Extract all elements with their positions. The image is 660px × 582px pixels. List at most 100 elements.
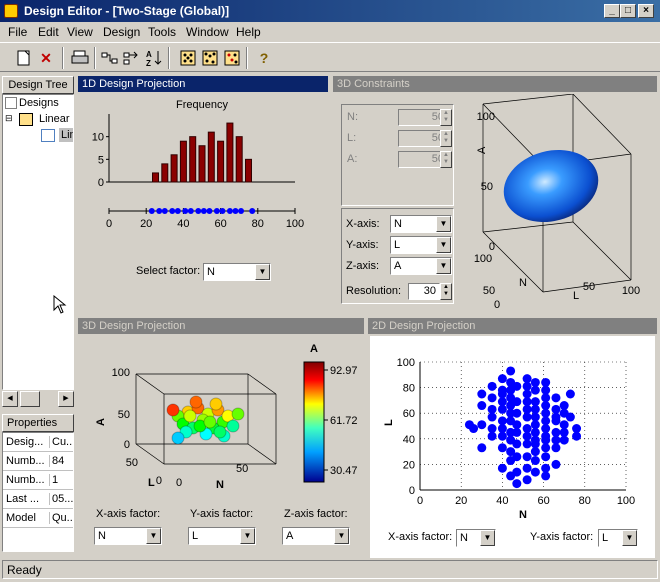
svg-text:Z: Z (146, 59, 151, 67)
menu-edit[interactable]: Edit (38, 25, 59, 39)
scatter-point (506, 385, 516, 395)
scatter-3d-point (203, 415, 217, 429)
colorbar-label: A (310, 343, 318, 355)
scroll-thumb[interactable] (20, 391, 40, 407)
colorbar-tick-label: 92.97 (330, 365, 358, 377)
property-row[interactable]: Desig... Cu... (3, 433, 73, 452)
panel-1d-title: 1D Design Projection (78, 76, 328, 92)
properties-table[interactable]: Desig... Cu... Numb... 84 Numb... 1 Last ... 05… (2, 432, 74, 552)
tree-left-icon[interactable] (100, 48, 120, 68)
property-row[interactable]: Numb... 1 (3, 471, 73, 490)
z-factor-dropdown[interactable]: A ▼ (282, 527, 350, 545)
scatter-point (551, 435, 561, 445)
scatter-3d-point (213, 425, 227, 439)
scatter-point (487, 412, 497, 422)
constraint-fields: N: 50 ▲ ▼ L: 50 ▲ ▼ A: 50 ▲ ▼ (341, 104, 454, 206)
menu-design[interactable]: Design (103, 25, 140, 39)
panel-3dc-title: 3D Constraints (333, 76, 657, 92)
toolbar: ✕ AZ ? (0, 42, 660, 72)
menu-help[interactable]: Help (236, 25, 261, 39)
maximize-button[interactable]: □ (620, 4, 636, 18)
select-factor-dropdown[interactable]: N ▼ (203, 263, 271, 281)
n-tick-label: 0 (176, 477, 182, 489)
n-axis-label: N (519, 277, 527, 289)
tree-leaf-icon (41, 129, 55, 142)
resolution-spin-icon[interactable]: ▲ ▼ (440, 283, 452, 300)
menu-bar: File Edit View Design Tools Window Help (0, 22, 660, 42)
property-value: 05... (49, 493, 73, 505)
n-tick-label: 0 (494, 299, 500, 311)
property-row[interactable]: Numb... 84 (3, 452, 73, 471)
a-axis-label: A (95, 418, 107, 426)
scatter-point (530, 439, 540, 449)
scatter-point (497, 374, 507, 384)
design-points-icon[interactable] (200, 48, 220, 68)
panel-3d-constraints: 3D Constraints N: 50 ▲ ▼ L: 50 ▲ ▼ A: 50 ▲… (333, 76, 657, 312)
design-grid-icon[interactable] (178, 48, 198, 68)
scatter-point (522, 439, 532, 449)
rug-point (187, 208, 194, 214)
x-axis-dropdown[interactable]: N ▼ (390, 215, 452, 233)
scroll-right-icon[interactable]: ▶ (58, 391, 74, 407)
property-name: Numb... (6, 474, 45, 486)
scatter-point (522, 452, 532, 462)
menu-view[interactable]: View (67, 25, 93, 39)
y-tick-label: 60 (403, 408, 415, 420)
y-factor-2d-label: Y-axis factor: (530, 531, 594, 543)
tree-item-linear[interactable]: Linear M (39, 113, 73, 125)
x-factor-2d-dropdown[interactable]: N ▼ (456, 529, 496, 547)
delete-icon[interactable]: ✕ (36, 48, 56, 68)
y-factor-dropdown[interactable]: L ▼ (188, 527, 256, 545)
close-button[interactable]: × (638, 4, 654, 18)
help-icon[interactable]: ? (254, 48, 274, 68)
new-doc-icon[interactable] (14, 48, 34, 68)
z-axis-dropdown[interactable]: A ▼ (390, 257, 452, 275)
x-factor-dropdown[interactable]: N ▼ (94, 527, 162, 545)
tree-item-designs[interactable]: Designs (19, 97, 59, 109)
y-axis-label: Y-axis: (346, 239, 379, 251)
scatter-point (512, 439, 522, 449)
field-l-spin-icon[interactable]: ▲ ▼ (440, 130, 452, 147)
chevron-down-icon: ▼ (146, 528, 161, 544)
menu-file[interactable]: File (8, 25, 27, 39)
menu-tools[interactable]: Tools (148, 25, 176, 39)
field-a-spin-icon[interactable]: ▲ ▼ (440, 151, 452, 168)
menu-window[interactable]: Window (186, 25, 229, 39)
tree-right-icon[interactable] (122, 48, 142, 68)
rug-point (206, 208, 213, 214)
scroll-left-icon[interactable]: ◀ (2, 391, 18, 407)
x-tick-label: 0 (417, 495, 423, 507)
print-icon[interactable] (70, 48, 90, 68)
design-tree[interactable]: Designs ⊟ Linear M Lin (2, 94, 74, 390)
minimize-button[interactable]: _ (604, 4, 620, 18)
property-name: Desig... (6, 436, 44, 448)
colorbar-tick-label: 30.47 (330, 465, 358, 477)
scatter-point (497, 443, 507, 453)
a-tick-label: 50 (481, 181, 493, 193)
design-eval-icon[interactable] (222, 48, 242, 68)
field-n-label: N: (347, 111, 358, 123)
x-tick-label: 40 (496, 495, 508, 507)
scatter-point (565, 389, 575, 399)
x-tick-label: 80 (252, 218, 264, 230)
a-tick-label: 0 (489, 241, 495, 253)
scatter-point (497, 463, 507, 473)
y-axis-dropdown[interactable]: L ▼ (390, 236, 452, 254)
properties-panel: Properties -... Desig...Cu...Numb...84Nu… (2, 414, 74, 558)
scatter-2d-plot: 0 20 40 60 80 100 0 20 40 60 80 100 N L (383, 357, 635, 521)
resolution-value[interactable]: 30 (408, 283, 440, 300)
property-row[interactable]: Model Qu... (3, 509, 73, 528)
tree-item-lin[interactable]: Lin (59, 128, 73, 142)
y-factor-2d-dropdown[interactable]: L ▼ (598, 529, 638, 547)
scatter-3d-plot: A100500500L 050NA92.9761.7230.47 (95, 343, 358, 491)
mouse-cursor-icon (53, 295, 67, 314)
x-tick-label: 80 (579, 495, 591, 507)
x-tick-label: 100 (617, 495, 635, 507)
chevron-down-icon: ▼ (255, 264, 270, 280)
property-row[interactable]: Last ... 05... (3, 490, 73, 509)
tree-scrollbar[interactable]: ◀ ▶ (2, 390, 74, 408)
sort-az-icon[interactable]: AZ (144, 48, 164, 68)
scatter-point (487, 404, 497, 414)
histogram-bar (161, 163, 169, 183)
field-n-spin-icon[interactable]: ▲ ▼ (440, 109, 452, 126)
